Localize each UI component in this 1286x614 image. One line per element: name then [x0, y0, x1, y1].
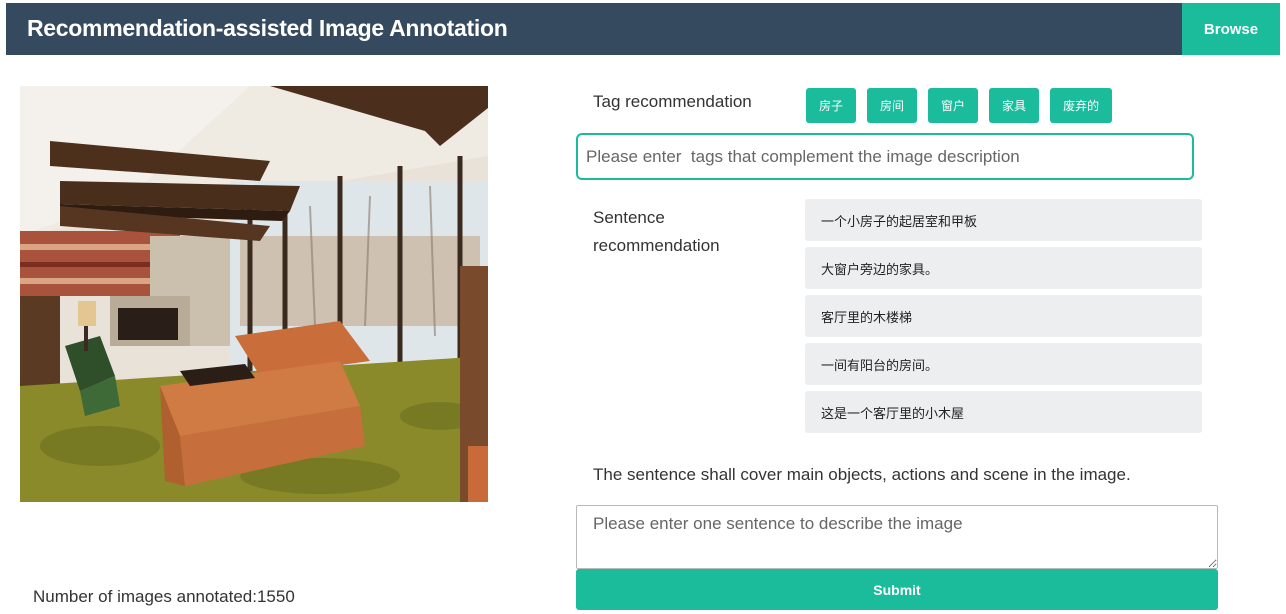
sentence-item[interactable]: 这是一个客厅里的小木屋: [805, 391, 1202, 433]
tag-chip[interactable]: 废弃的: [1050, 88, 1113, 123]
sentence-item[interactable]: 一间有阳台的房间。: [805, 343, 1202, 385]
app-title: Recommendation-assisted Image Annotation: [27, 15, 508, 41]
sentence-item[interactable]: 一个小房子的起居室和甲板: [805, 199, 1202, 241]
tag-list: 房子 房间 窗户 家具 废弃的: [806, 88, 1113, 123]
tag-recommendation-label: Tag recommendation: [593, 92, 752, 111]
sentence-item[interactable]: 客厅里的木楼梯: [805, 295, 1202, 337]
sentence-recommendation-label: Sentence recommendation: [593, 208, 720, 255]
submit-button[interactable]: Submit: [576, 569, 1218, 610]
instruction-text: The sentence shall cover main objects, a…: [593, 465, 1131, 484]
tag-chip[interactable]: 房间: [867, 88, 918, 123]
tag-chip[interactable]: 窗户: [928, 88, 979, 123]
tag-input[interactable]: [576, 133, 1194, 180]
annotation-image: [20, 86, 488, 502]
description-textarea[interactable]: [576, 505, 1218, 569]
annotated-count: Number of images annotated:1550: [33, 587, 295, 606]
browse-button[interactable]: Browse: [1182, 3, 1280, 55]
sentence-list: 一个小房子的起居室和甲板 大窗户旁边的家具。 客厅里的木楼梯 一间有阳台的房间。…: [805, 199, 1202, 433]
sentence-item[interactable]: 大窗户旁边的家具。: [805, 247, 1202, 289]
app-header: Recommendation-assisted Image Annotation: [6, 3, 1182, 55]
tag-chip[interactable]: 家具: [989, 88, 1040, 123]
tag-chip[interactable]: 房子: [806, 88, 857, 123]
